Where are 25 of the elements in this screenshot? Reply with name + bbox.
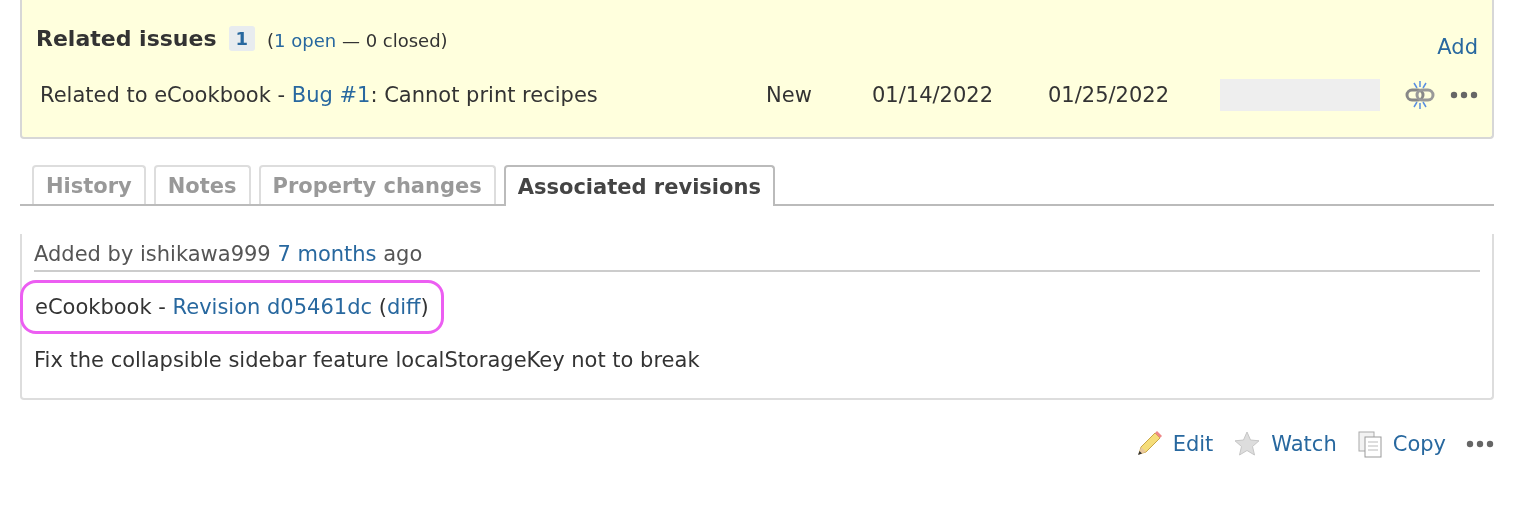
add-link[interactable]: Add xyxy=(1437,35,1478,59)
open-issues-link[interactable]: 1 open xyxy=(274,30,337,51)
watch-link[interactable]: Watch xyxy=(1233,430,1337,458)
edit-link[interactable]: Edit xyxy=(1134,430,1214,458)
revision-line: eCookbook - Revision d05461dc (diff) xyxy=(20,280,444,334)
copy-link[interactable]: Copy xyxy=(1356,430,1446,458)
star-icon xyxy=(1233,430,1262,458)
issue-status: New xyxy=(766,83,813,107)
issue-link[interactable]: Bug #1 xyxy=(291,83,371,107)
diff-link[interactable]: diff xyxy=(386,295,421,319)
more-icon[interactable] xyxy=(1450,91,1478,99)
copy-icon xyxy=(1356,430,1383,458)
more-icon[interactable] xyxy=(1466,440,1494,448)
tab[interactable]: Associated revisions xyxy=(503,165,775,206)
unlink-icon[interactable] xyxy=(1404,80,1436,110)
time-link[interactable]: 7 months xyxy=(277,242,377,266)
open-closed-summary: (1 open — 0 closed) xyxy=(267,30,448,51)
start-date: 01/14/2022 xyxy=(872,83,995,107)
due-date: 01/25/2022 xyxy=(1048,83,1171,107)
section-title: Related issues xyxy=(36,26,217,51)
revision-link[interactable]: Revision d05461dc xyxy=(172,295,372,319)
commit-message: Fix the collapsible sidebar feature localStorageKey not to break xyxy=(34,348,701,372)
added-by-text: Added by ishikawa999 7 months ago xyxy=(34,242,1480,272)
issue-subject: Related to eCookbook - Bug #1: Cannot print recipes xyxy=(40,83,599,107)
count-badge: 1 xyxy=(228,26,256,51)
